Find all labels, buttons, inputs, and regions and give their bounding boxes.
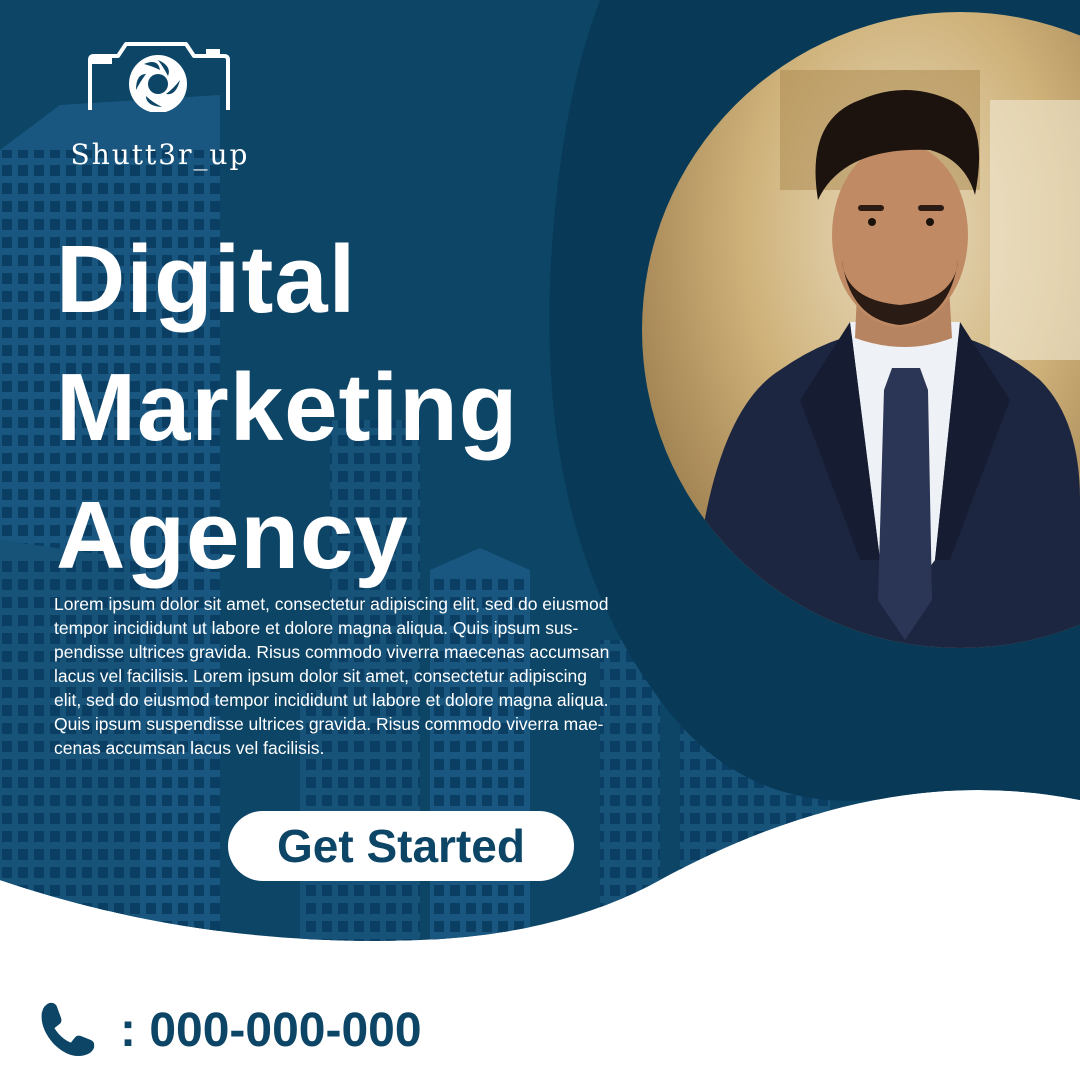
brand-name: Shutt3r_up bbox=[70, 138, 250, 171]
get-started-button[interactable]: Get Started bbox=[228, 811, 574, 881]
headline: Digital Marketing Agency bbox=[56, 216, 518, 600]
headline-line-1: Digital bbox=[56, 226, 357, 333]
camera-aperture-icon bbox=[88, 42, 230, 112]
body-text: Lorem ipsum dolor sit amet, consectetur … bbox=[54, 594, 610, 758]
headline-line-3: Agency bbox=[56, 482, 409, 589]
phone-number: : 000-000-000 bbox=[120, 1003, 422, 1057]
poster: Shutt3r_up Digital Marketing Agency Lore… bbox=[0, 0, 1080, 1080]
contact-line: : 000-000-000 bbox=[36, 995, 422, 1065]
brand-logo: Shutt3r_up bbox=[60, 40, 260, 190]
phone-icon bbox=[36, 999, 98, 1061]
headline-line-2: Marketing bbox=[56, 354, 519, 461]
